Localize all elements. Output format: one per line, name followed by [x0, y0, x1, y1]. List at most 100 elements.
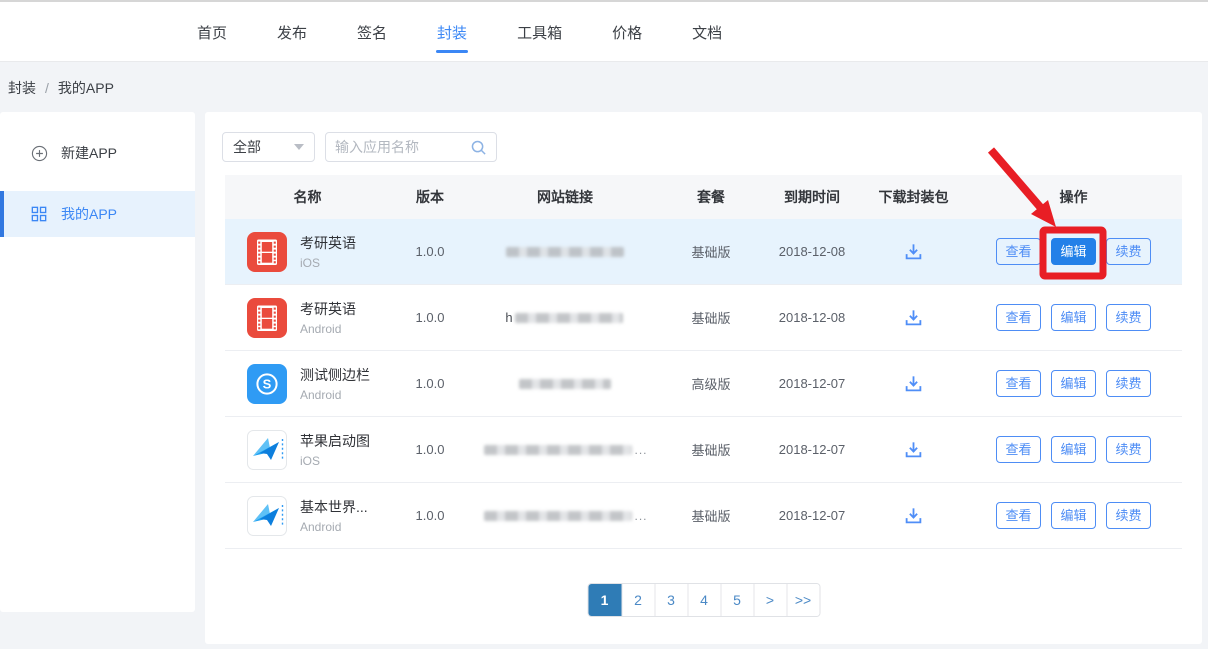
- download-icon[interactable]: [903, 373, 924, 394]
- plan-badge: 高级版: [660, 374, 762, 393]
- redacted-link: [515, 313, 623, 323]
- film-app-icon: [247, 298, 287, 338]
- nav-item-7[interactable]: 文档: [691, 2, 723, 62]
- app-name: 考研英语: [300, 233, 356, 253]
- app-version: 1.0.0: [390, 508, 470, 523]
- breadcrumb: 封装 / 我的APP: [8, 78, 114, 98]
- nav-item-3[interactable]: 签名: [356, 2, 388, 62]
- main-panel: 全部 名称版本网站链接套餐到期时间下载封装包操作 考研英语 iOS 1.0.0 …: [205, 112, 1202, 644]
- expiry-date: 2018-12-08: [762, 244, 862, 259]
- filter-dropdown[interactable]: 全部: [222, 132, 315, 162]
- sidebar-item-1[interactable]: 新建APP: [0, 130, 195, 176]
- app-name-cell: 苹果启动图 iOS: [225, 430, 390, 470]
- download-icon[interactable]: [903, 307, 924, 328]
- view-button[interactable]: 查看: [996, 304, 1041, 331]
- pagination-button-4[interactable]: 4: [687, 584, 720, 616]
- column-header-5: 到期时间: [762, 187, 862, 207]
- download-icon[interactable]: [903, 241, 924, 262]
- s-circle-app-icon: S: [247, 364, 287, 404]
- table-row: S 测试侧边栏 Android 1.0.0 高级版 2018-12-07 查看 …: [225, 351, 1182, 417]
- renew-button[interactable]: 续费: [1106, 370, 1151, 397]
- renew-button[interactable]: 续费: [1106, 502, 1151, 529]
- apps-table: 名称版本网站链接套餐到期时间下载封装包操作 考研英语 iOS 1.0.0 基础版…: [225, 175, 1182, 549]
- table-row: 考研英语 Android 1.0.0 h 基础版 2018-12-08 查看 编…: [225, 285, 1182, 351]
- table-row: 基本世界... Android 1.0.0 ... 基础版 2018-12-07…: [225, 483, 1182, 549]
- app-version: 1.0.0: [390, 310, 470, 325]
- app-version: 1.0.0: [390, 376, 470, 391]
- app-platform: iOS: [300, 256, 356, 270]
- view-button[interactable]: 查看: [996, 370, 1041, 397]
- sidebar: 新建APP 我的APP: [0, 112, 195, 612]
- app-name-cell: 考研英语 iOS: [225, 232, 390, 272]
- nav-item-2[interactable]: 发布: [276, 2, 308, 62]
- pagination-button-5[interactable]: 5: [720, 584, 753, 616]
- search-input[interactable]: [335, 139, 470, 155]
- column-header-6: 下载封装包: [862, 187, 965, 207]
- edit-button-row-1[interactable]: 编辑: [1051, 238, 1096, 265]
- edit-button[interactable]: 编辑: [1051, 304, 1096, 331]
- pagination-button-2[interactable]: 2: [621, 584, 654, 616]
- column-header-4: 套餐: [660, 187, 762, 207]
- column-header-1: 名称: [225, 187, 390, 207]
- top-nav: 首页发布签名封装 工具箱 价格文档: [196, 2, 723, 62]
- view-button[interactable]: 查看: [996, 238, 1041, 265]
- breadcrumb-section[interactable]: 封装: [8, 78, 36, 98]
- table-header-row: 名称版本网站链接套餐到期时间下载封装包操作: [225, 175, 1182, 219]
- app-name-cell: S 测试侧边栏 Android: [225, 364, 390, 404]
- nav-item-6[interactable]: 价格: [611, 2, 643, 62]
- app-version: 1.0.0: [390, 244, 470, 259]
- app-link-cell: [470, 247, 660, 257]
- plan-badge: 基础版: [660, 242, 762, 261]
- download-icon[interactable]: [903, 439, 924, 460]
- top-bar: 首页发布签名封装 工具箱 价格文档: [0, 0, 1208, 62]
- search-icon[interactable]: [470, 139, 487, 156]
- expiry-date: 2018-12-07: [762, 442, 862, 457]
- filter-dropdown-value: 全部: [233, 137, 261, 157]
- breadcrumb-separator: /: [45, 80, 49, 96]
- app-name-cell: 基本世界... Android: [225, 496, 390, 536]
- app-name-cell: 考研英语 Android: [225, 298, 390, 338]
- plan-badge: 基础版: [660, 308, 762, 327]
- edit-button[interactable]: 编辑: [1051, 502, 1096, 529]
- app-name: 考研英语: [300, 299, 356, 319]
- grid-icon: [31, 206, 48, 223]
- app-platform: Android: [300, 322, 356, 336]
- chevron-down-icon: [294, 144, 304, 150]
- film-app-icon: [247, 232, 287, 272]
- plan-badge: 基础版: [660, 440, 762, 459]
- breadcrumb-current: 我的APP: [58, 78, 114, 98]
- app-name: 基本世界...: [300, 497, 368, 517]
- paper-bird-app-icon: [247, 496, 287, 536]
- app-link-cell: h: [470, 310, 660, 325]
- table-body: 考研英语 iOS 1.0.0 基础版 2018-12-08 查看 编辑 续费: [225, 219, 1182, 549]
- expiry-date: 2018-12-08: [762, 310, 862, 325]
- renew-button[interactable]: 续费: [1106, 304, 1151, 331]
- redacted-link: [484, 511, 632, 521]
- nav-item-4[interactable]: 封装: [436, 2, 468, 62]
- view-button[interactable]: 查看: [996, 502, 1041, 529]
- table-row: 考研英语 iOS 1.0.0 基础版 2018-12-08 查看 编辑 续费: [225, 219, 1182, 285]
- download-icon[interactable]: [903, 505, 924, 526]
- app-name: 苹果启动图: [300, 431, 370, 451]
- renew-button[interactable]: 续费: [1106, 436, 1151, 463]
- app-platform: Android: [300, 388, 370, 402]
- column-header-2: 版本: [390, 187, 470, 207]
- plan-badge: 基础版: [660, 506, 762, 525]
- pagination-button-3[interactable]: 3: [654, 584, 687, 616]
- pagination-button-next[interactable]: >: [753, 584, 786, 616]
- app-link-cell: ...: [470, 509, 660, 523]
- renew-button[interactable]: 续费: [1106, 238, 1151, 265]
- nav-item-5[interactable]: 工具箱: [516, 2, 563, 62]
- pagination-button-nextnext[interactable]: >>: [786, 584, 819, 616]
- pagination-button-1[interactable]: 1: [588, 584, 621, 616]
- nav-item-1[interactable]: 首页: [196, 2, 228, 62]
- column-header-3: 网站链接: [470, 187, 660, 207]
- expiry-date: 2018-12-07: [762, 508, 862, 523]
- edit-button[interactable]: 编辑: [1051, 370, 1096, 397]
- view-button[interactable]: 查看: [996, 436, 1041, 463]
- edit-button[interactable]: 编辑: [1051, 436, 1096, 463]
- app-platform: iOS: [300, 454, 370, 468]
- search-box: [325, 132, 497, 162]
- sidebar-item-2[interactable]: 我的APP: [0, 191, 195, 237]
- plus-circle-icon: [31, 145, 48, 162]
